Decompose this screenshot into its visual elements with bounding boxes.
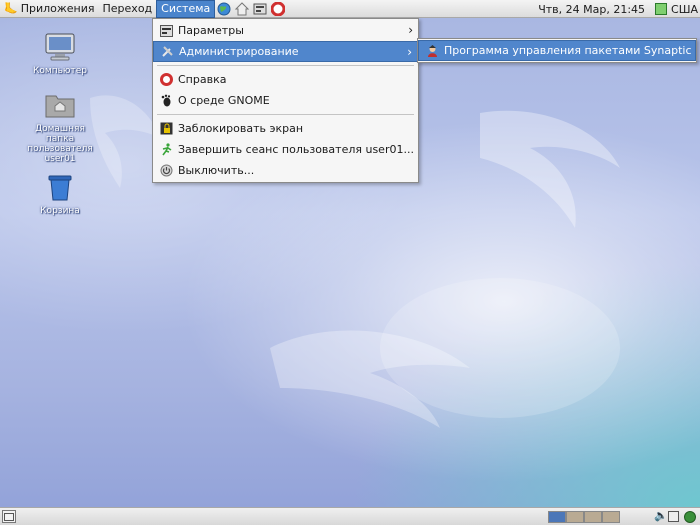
help-icon [271,1,286,16]
places-menu-label: Переход [102,2,153,15]
menu-item-label: Завершить сеанс пользователя user01... [178,143,414,156]
chevron-right-icon: › [407,45,412,59]
menu-item-synaptic[interactable]: Программа управления пакетами Synaptic [418,40,696,61]
menu-item-label: Программа управления пакетами Synaptic [444,44,692,57]
menu-item-logout[interactable]: Завершить сеанс пользователя user01... [153,139,418,160]
keyboard-layout-indicator[interactable]: США [671,3,698,16]
show-desktop-button[interactable] [2,510,16,523]
update-notifier-icon[interactable] [684,511,696,523]
tools-icon [160,45,174,59]
desktop-icon-computer[interactable]: Компьютер [20,30,100,76]
network-icon[interactable] [655,3,668,15]
applications-menu-label: Приложения [20,2,95,15]
desktop-icon-label: Компьютер [33,66,87,76]
desktop-icon-label: Домашняя папка пользователя user01 [27,124,93,164]
computer-icon [43,30,77,64]
places-menu[interactable]: Переход [99,0,157,18]
show-desktop-icon [4,513,14,521]
trash-icon [43,170,77,204]
preferences-icon [159,24,173,38]
bottom-panel: 🔈 [0,507,700,525]
menu-item-label: Параметры [178,24,244,37]
system-menu[interactable]: Система [156,0,216,18]
lock-screen-icon [159,122,173,136]
applications-menu[interactable]: 🦶 Приложения [0,0,99,18]
menu-item-lock-screen[interactable]: Заблокировать экран [153,118,418,139]
web-browser-launcher[interactable] [217,2,231,16]
menu-item-help[interactable]: Справка [153,69,418,90]
gnome-foot-icon: 🦶 [4,2,18,15]
logout-icon [159,143,173,157]
menu-separator [157,65,414,66]
notification-icon[interactable] [668,511,679,522]
workspace-3[interactable] [584,511,602,523]
preferences-icon [253,3,267,14]
system-menu-label: Система [161,2,211,15]
desktop-icon-home-folder[interactable]: Домашняя папка пользователя user01 [20,88,100,164]
file-manager-launcher[interactable] [235,1,250,16]
menu-separator [157,114,414,115]
menu-item-label: Заблокировать экран [178,122,304,135]
volume-icon[interactable]: 🔈 [654,509,668,522]
gnome-foot-icon [159,94,173,108]
menu-item-label: О среде GNOME [178,94,270,107]
menu-item-shutdown[interactable]: Выключить... [153,160,418,181]
clock[interactable]: Чтв, 24 Мар, 21:45 [538,3,645,16]
menu-item-label: Администрирование [179,45,299,58]
chevron-right-icon: › [408,23,413,37]
workspace-2[interactable] [566,511,584,523]
menu-item-administration[interactable]: Администрирование › [153,41,418,62]
administration-submenu: Программа управления пакетами Synaptic [417,38,697,63]
workspace-1[interactable] [548,511,566,523]
menu-item-label: Выключить... [178,164,255,177]
menu-item-preferences[interactable]: Параметры › [153,20,418,41]
workspace-4[interactable] [602,511,620,523]
control-center-launcher[interactable] [253,2,267,16]
home-folder-icon [43,88,77,122]
globe-icon [217,2,231,15]
menu-item-about-gnome[interactable]: О среде GNOME [153,90,418,111]
power-icon [159,164,173,178]
top-panel: 🦶 Приложения Переход Система Чтв, 24 Мар… [0,0,700,18]
desktop-icon-trash[interactable]: Корзина [20,170,100,216]
desktop-icon-label: Корзина [40,206,80,216]
synaptic-icon [425,44,439,58]
help-launcher[interactable] [271,1,286,16]
system-dropdown-menu: Параметры › Администрирование › Справка … [152,18,419,183]
help-icon [159,73,173,87]
menu-item-label: Справка [178,73,227,86]
home-icon [235,1,250,15]
